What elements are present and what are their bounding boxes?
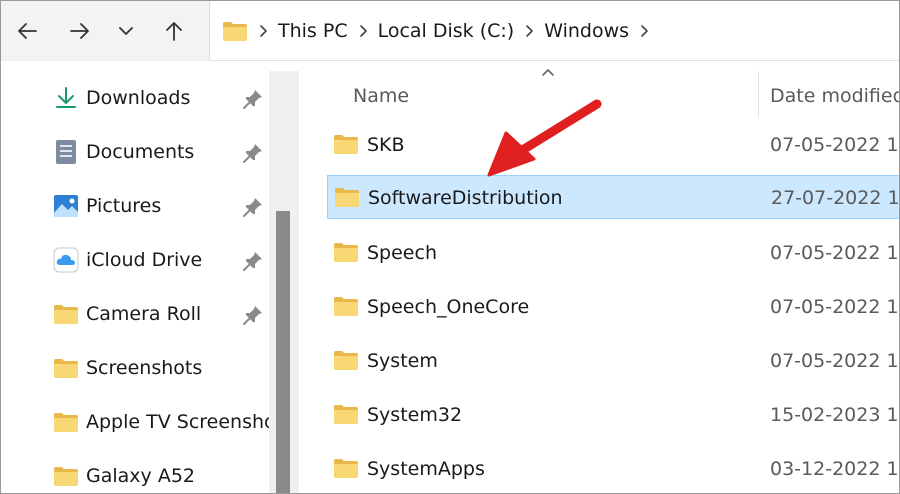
- sidebar-item-downloads[interactable]: Downloads: [1, 73, 269, 125]
- file-name: Speech: [367, 242, 437, 264]
- breadcrumb-local-disk[interactable]: Local Disk (C:): [378, 20, 515, 42]
- breadcrumb-this-pc[interactable]: This PC: [278, 20, 348, 42]
- chevron-down-icon: [119, 27, 133, 35]
- sidebar-scrollbar-thumb[interactable]: [276, 211, 290, 493]
- sidebar-item-screenshots[interactable]: Screenshots: [1, 343, 269, 395]
- navigation-bar: This PC Local Disk (C:) Windows: [1, 1, 899, 61]
- file-date-modified: 15-02-2023 10:: [770, 404, 899, 426]
- chevron-right-icon: [248, 24, 278, 38]
- chevron-right-icon[interactable]: [514, 24, 544, 38]
- file-name: System: [367, 350, 438, 372]
- sidebar-item-galaxy-a52[interactable]: Galaxy A52: [1, 451, 269, 493]
- folder-icon: [53, 463, 79, 489]
- list-item-selected[interactable]: SoftwareDistribution 27-07-2022 13:: [327, 175, 900, 219]
- file-name: SystemApps: [367, 458, 485, 480]
- arrow-up-icon: [166, 22, 182, 41]
- sidebar-item-label: Pictures: [86, 195, 162, 217]
- folder-icon: [334, 297, 358, 316]
- column-header-name[interactable]: Name: [353, 85, 409, 107]
- sidebar-item-label: Downloads: [86, 87, 191, 109]
- list-item[interactable]: Speech 07-05-2022 10:: [327, 231, 899, 275]
- list-item[interactable]: System 07-05-2022 10:: [327, 339, 899, 383]
- sidebar-item-label: iCloud Drive: [86, 249, 203, 271]
- folder-icon: [334, 405, 358, 424]
- file-explorer-window: This PC Local Disk (C:) Windows Download…: [0, 0, 900, 494]
- folder-icon: [53, 409, 79, 435]
- file-name: SoftwareDistribution: [368, 187, 563, 209]
- arrow-right-icon: [70, 23, 89, 39]
- list-item[interactable]: SystemApps 03-12-2022 10:: [327, 447, 899, 491]
- list-item[interactable]: Speech_OneCore 07-05-2022 10:: [327, 285, 899, 329]
- sort-ascending-icon: [542, 69, 554, 76]
- sidebar-item-label: Camera Roll: [86, 303, 202, 325]
- navigation-pane: Downloads Documents Pictures iCloud Driv…: [1, 61, 299, 493]
- folder-icon: [334, 351, 358, 370]
- pin-icon[interactable]: [241, 141, 265, 165]
- file-name: SKB: [367, 134, 405, 156]
- file-date-modified: 07-05-2022 10:: [770, 350, 899, 372]
- folder-icon: [53, 355, 79, 381]
- column-divider[interactable]: [758, 71, 759, 117]
- sidebar-item-documents[interactable]: Documents: [1, 127, 269, 179]
- sidebar-item-icloud-drive[interactable]: iCloud Drive: [1, 235, 269, 287]
- sidebar-item-label: Screenshots: [86, 357, 203, 379]
- file-date-modified: 07-05-2022 11:: [770, 134, 899, 156]
- recent-locations-button[interactable]: [108, 11, 144, 51]
- sidebar-item-label: Apple TV Screenshots: [86, 411, 269, 433]
- download-icon: [53, 85, 79, 111]
- sidebar-item-apple-tv-screenshots[interactable]: Apple TV Screenshots: [1, 397, 269, 449]
- forward-button[interactable]: [62, 11, 98, 51]
- sidebar-item-camera-roll[interactable]: Camera Roll: [1, 289, 269, 341]
- pin-icon[interactable]: [241, 87, 265, 111]
- arrow-left-icon: [18, 23, 37, 39]
- folder-icon: [334, 459, 358, 478]
- back-button[interactable]: [9, 11, 45, 51]
- pictures-icon: [53, 193, 79, 219]
- column-header-date-modified[interactable]: Date modified: [770, 85, 899, 107]
- sidebar-item-label: Galaxy A52: [86, 465, 195, 487]
- folder-icon: [223, 21, 247, 41]
- pin-icon[interactable]: [241, 195, 265, 219]
- pin-icon[interactable]: [241, 303, 265, 327]
- sidebar-item-pictures[interactable]: Pictures: [1, 181, 269, 233]
- sidebar-item-label: Documents: [86, 141, 195, 163]
- file-name: System32: [367, 404, 463, 426]
- folder-icon: [334, 135, 358, 154]
- chevron-right-icon[interactable]: [629, 24, 659, 38]
- icloud-icon: [53, 247, 79, 273]
- up-button[interactable]: [156, 11, 192, 51]
- folder-icon: [335, 188, 359, 207]
- file-date-modified: 07-05-2022 10:: [770, 296, 899, 318]
- file-date-modified: 27-07-2022 13:: [771, 187, 900, 209]
- chevron-right-icon[interactable]: [348, 24, 378, 38]
- breadcrumb-windows[interactable]: Windows: [544, 20, 629, 42]
- column-header-row: Name Date modified: [299, 61, 899, 121]
- folder-icon: [53, 301, 79, 327]
- pin-icon[interactable]: [241, 249, 265, 273]
- file-date-modified: 03-12-2022 10:: [770, 458, 899, 480]
- file-list: Name Date modified SKB 07-05-2022 11: So…: [299, 61, 900, 493]
- file-date-modified: 07-05-2022 10:: [770, 242, 899, 264]
- address-bar[interactable]: This PC Local Disk (C:) Windows: [209, 1, 899, 61]
- list-item[interactable]: SKB 07-05-2022 11:: [327, 123, 899, 167]
- folder-icon: [334, 243, 358, 262]
- documents-icon: [53, 139, 79, 165]
- list-item[interactable]: System32 15-02-2023 10:: [327, 393, 899, 437]
- file-name: Speech_OneCore: [367, 296, 530, 318]
